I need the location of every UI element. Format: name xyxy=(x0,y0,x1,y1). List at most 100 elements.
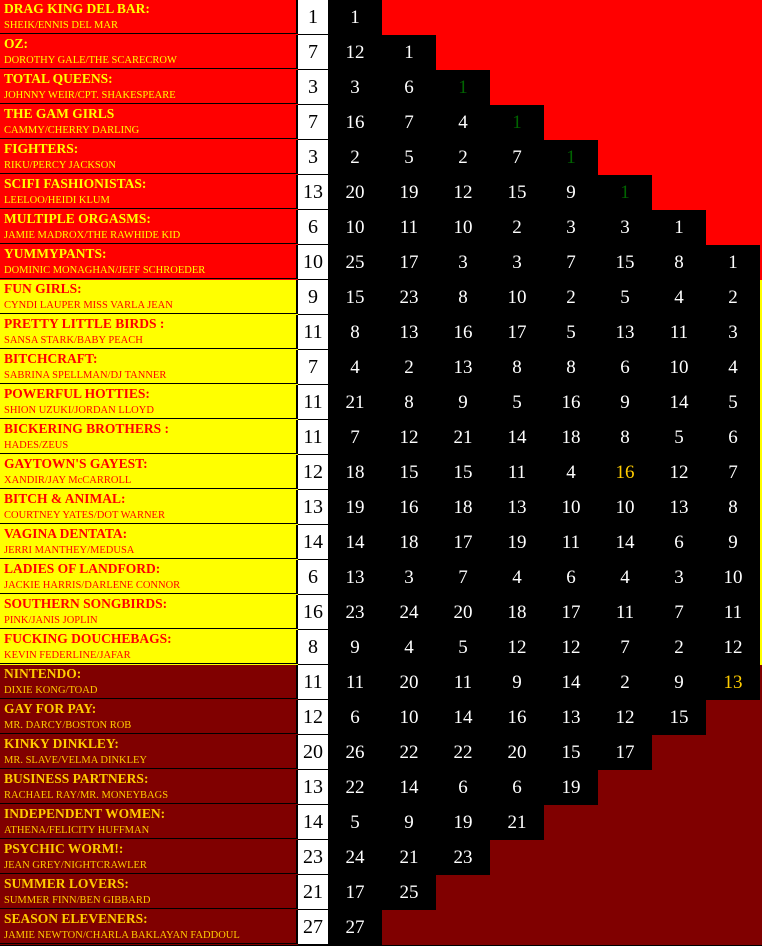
score-cell: 8 xyxy=(490,350,544,385)
highlighted-score-cell: 1 xyxy=(436,70,490,105)
empty-cell xyxy=(598,805,652,840)
empty-cell xyxy=(706,140,760,175)
score-cell: 6 xyxy=(382,70,436,105)
team-name: VAGINA DENTATA: xyxy=(4,526,128,541)
total-cell: 27 xyxy=(298,910,328,945)
total-cell: 7 xyxy=(298,350,328,385)
score-cell: 10 xyxy=(436,210,490,245)
score-cell: 8 xyxy=(598,420,652,455)
team-name: DRAG KING DEL BAR: xyxy=(4,1,150,16)
team-members: JEAN GREY/NIGHTCRAWLER xyxy=(4,860,147,871)
score-cell: 21 xyxy=(328,385,382,420)
score-cell: 23 xyxy=(436,840,490,875)
score-cell: 11 xyxy=(706,595,760,630)
score-cell: 1 xyxy=(706,245,760,280)
score-cell: 14 xyxy=(652,385,706,420)
team-cell: LADIES OF LANDFORD: JACKIE HARRIS/DARLENE… xyxy=(0,560,298,594)
score-cell: 8 xyxy=(706,490,760,525)
empty-cell xyxy=(706,210,760,245)
team-cell: THE GAM GIRLS CAMMY/CHERRY DARLING xyxy=(0,105,298,139)
team-members: JAMIE NEWTON/CHARLA BAKLAYAN FADDOUL xyxy=(4,930,240,941)
table-row: OZ: DOROTHY GALE/THE SCARECROW 7 12 1 xyxy=(0,35,762,70)
score-cell: 10 xyxy=(328,210,382,245)
table-row: BITCHCRAFT: SABRINA SPELLMAN/DJ TANNER 7 4 2… xyxy=(0,350,762,385)
score-cell: 18 xyxy=(382,525,436,560)
team-cell: PSYCHIC WORM!: JEAN GREY/NIGHTCRAWLER xyxy=(0,840,298,874)
score-cell: 4 xyxy=(382,630,436,665)
empty-cell xyxy=(706,875,760,910)
total-cell: 11 xyxy=(298,315,328,350)
team-members: XANDIR/JAY McCARROLL xyxy=(4,475,132,486)
score-cell: 8 xyxy=(652,245,706,280)
empty-cell xyxy=(436,0,490,35)
score-cell: 8 xyxy=(328,315,382,350)
team-name: PSYCHIC WORM!: xyxy=(4,841,124,856)
empty-cell xyxy=(598,70,652,105)
team-cell: DRAG KING DEL BAR: SHEIK/ENNIS DEL MAR xyxy=(0,0,298,34)
empty-cell xyxy=(706,35,760,70)
score-cell: 14 xyxy=(598,525,652,560)
score-cell: 3 xyxy=(382,560,436,595)
team-name: PRETTY LITTLE BIRDS : xyxy=(4,316,165,331)
score-cell: 16 xyxy=(436,315,490,350)
score-cell: 13 xyxy=(598,315,652,350)
team-cell: SUMMER LOVERS: SUMMER FINN/BEN GIBBARD xyxy=(0,875,298,909)
table-row: FIGHTERS: RIKU/PERCY JACKSON 3 2 5 2 7 1 xyxy=(0,140,762,175)
team-name: SEASON ELEVENERS: xyxy=(4,911,148,926)
score-cell: 10 xyxy=(544,490,598,525)
team-name: BITCH & ANIMAL: xyxy=(4,491,126,506)
team-name: NINTENDO: xyxy=(4,666,82,681)
team-cell: BITCHCRAFT: SABRINA SPELLMAN/DJ TANNER xyxy=(0,350,298,384)
empty-cell xyxy=(544,105,598,140)
score-cell: 7 xyxy=(544,245,598,280)
team-members: JERRI MANTHEY/MEDUSA xyxy=(4,545,135,556)
team-name: GAYTOWN'S GAYEST: xyxy=(4,456,148,471)
score-cell: 16 xyxy=(544,385,598,420)
team-cell: MULTIPLE ORGASMS: JAMIE MADROX/THE RAWHID… xyxy=(0,210,298,244)
empty-cell xyxy=(490,0,544,35)
score-cell: 11 xyxy=(382,210,436,245)
score-cell: 17 xyxy=(436,525,490,560)
empty-cell xyxy=(544,70,598,105)
score-cell: 2 xyxy=(652,630,706,665)
score-cell: 10 xyxy=(598,490,652,525)
team-cell: POWERFUL HOTTIES: SHION UZUKI/JORDAN LLOY… xyxy=(0,385,298,419)
team-members: ATHENA/FELICITY HUFFMAN xyxy=(4,825,150,836)
score-cell: 17 xyxy=(598,735,652,770)
total-cell: 23 xyxy=(298,840,328,875)
total-cell: 14 xyxy=(298,805,328,840)
total-cell: 9 xyxy=(298,280,328,315)
empty-cell xyxy=(436,35,490,70)
score-cell: 5 xyxy=(490,385,544,420)
empty-cell xyxy=(706,700,760,735)
table-row: SEASON ELEVENERS: JAMIE NEWTON/CHARLA BAK… xyxy=(0,910,762,945)
score-cell: 2 xyxy=(382,350,436,385)
score-cell: 23 xyxy=(382,280,436,315)
empty-cell xyxy=(490,910,544,945)
empty-cell xyxy=(382,0,436,35)
team-name: BICKERING BROTHERS : xyxy=(4,421,170,436)
table-row: BUSINESS PARTNERS: RACHAEL RAY/MR. MONEYB… xyxy=(0,770,762,805)
score-cell: 3 xyxy=(706,315,760,350)
table-row: PSYCHIC WORM!: JEAN GREY/NIGHTCRAWLER 23 24… xyxy=(0,840,762,875)
score-cell: 13 xyxy=(328,560,382,595)
team-name: BUSINESS PARTNERS: xyxy=(4,771,149,786)
score-cell: 4 xyxy=(706,350,760,385)
table-row: TOTAL QUEENS: JOHNNY WEIR/CPT. SHAKESPEAR… xyxy=(0,70,762,105)
score-cell: 25 xyxy=(328,245,382,280)
total-cell: 11 xyxy=(298,665,328,700)
score-cell: 12 xyxy=(652,455,706,490)
empty-cell xyxy=(652,910,706,945)
score-cell: 15 xyxy=(544,735,598,770)
score-cell: 18 xyxy=(544,420,598,455)
score-cell: 22 xyxy=(436,735,490,770)
score-cell: 21 xyxy=(436,420,490,455)
total-cell: 7 xyxy=(298,105,328,140)
score-cell: 13 xyxy=(382,315,436,350)
score-cell: 2 xyxy=(436,140,490,175)
team-name: THE GAM GIRLS xyxy=(4,106,115,121)
team-members: JACKIE HARRIS/DARLENE CONNOR xyxy=(4,580,181,591)
table-row: POWERFUL HOTTIES: SHION UZUKI/JORDAN LLOY… xyxy=(0,385,762,420)
score-cell: 2 xyxy=(544,280,598,315)
empty-cell xyxy=(652,70,706,105)
